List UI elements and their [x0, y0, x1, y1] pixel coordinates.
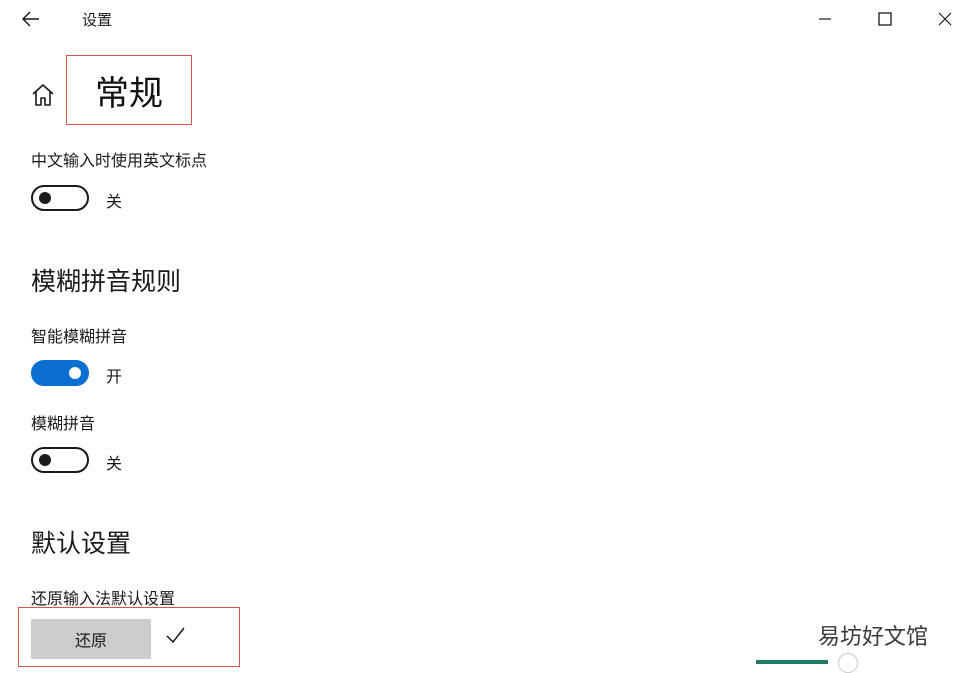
- fuzzy-state: 关: [106, 454, 123, 473]
- checkmark-icon: [164, 624, 186, 646]
- english-punct-state: 关: [106, 192, 123, 211]
- maximize-button[interactable]: [854, 0, 916, 38]
- bottom-circle-icon: [838, 653, 858, 673]
- toggle-knob: [39, 192, 51, 204]
- page-title: 常规: [66, 55, 192, 125]
- fuzzy-section-heading: 模糊拼音规则: [31, 267, 182, 296]
- smart-fuzzy-label: 智能模糊拼音: [31, 327, 128, 346]
- back-button[interactable]: [14, 4, 48, 34]
- toggle-knob: [69, 367, 81, 379]
- default-section-heading: 默认设置: [31, 529, 132, 558]
- close-button[interactable]: [914, 0, 966, 38]
- toggle-knob: [39, 454, 51, 466]
- home-button[interactable]: [28, 80, 58, 110]
- fuzzy-toggle[interactable]: [31, 447, 89, 473]
- smart-fuzzy-toggle[interactable]: [31, 360, 89, 386]
- english-punct-toggle[interactable]: [31, 185, 89, 211]
- minimize-button[interactable]: [794, 0, 856, 38]
- restore-label: 还原输入法默认设置: [31, 589, 176, 608]
- watermark: 易坊好文馆: [818, 625, 929, 650]
- fuzzy-label: 模糊拼音: [31, 414, 96, 433]
- home-icon: [32, 84, 54, 106]
- close-icon: [938, 12, 952, 26]
- minimize-icon: [819, 18, 831, 20]
- bottom-accent-bar: [756, 660, 828, 664]
- app-title: 设置: [82, 11, 113, 29]
- restore-button[interactable]: 还原: [31, 619, 151, 659]
- english-punct-label: 中文输入时使用英文标点: [31, 151, 208, 170]
- maximize-icon: [878, 12, 892, 26]
- smart-fuzzy-state: 开: [106, 367, 123, 386]
- back-arrow-icon: [22, 11, 39, 27]
